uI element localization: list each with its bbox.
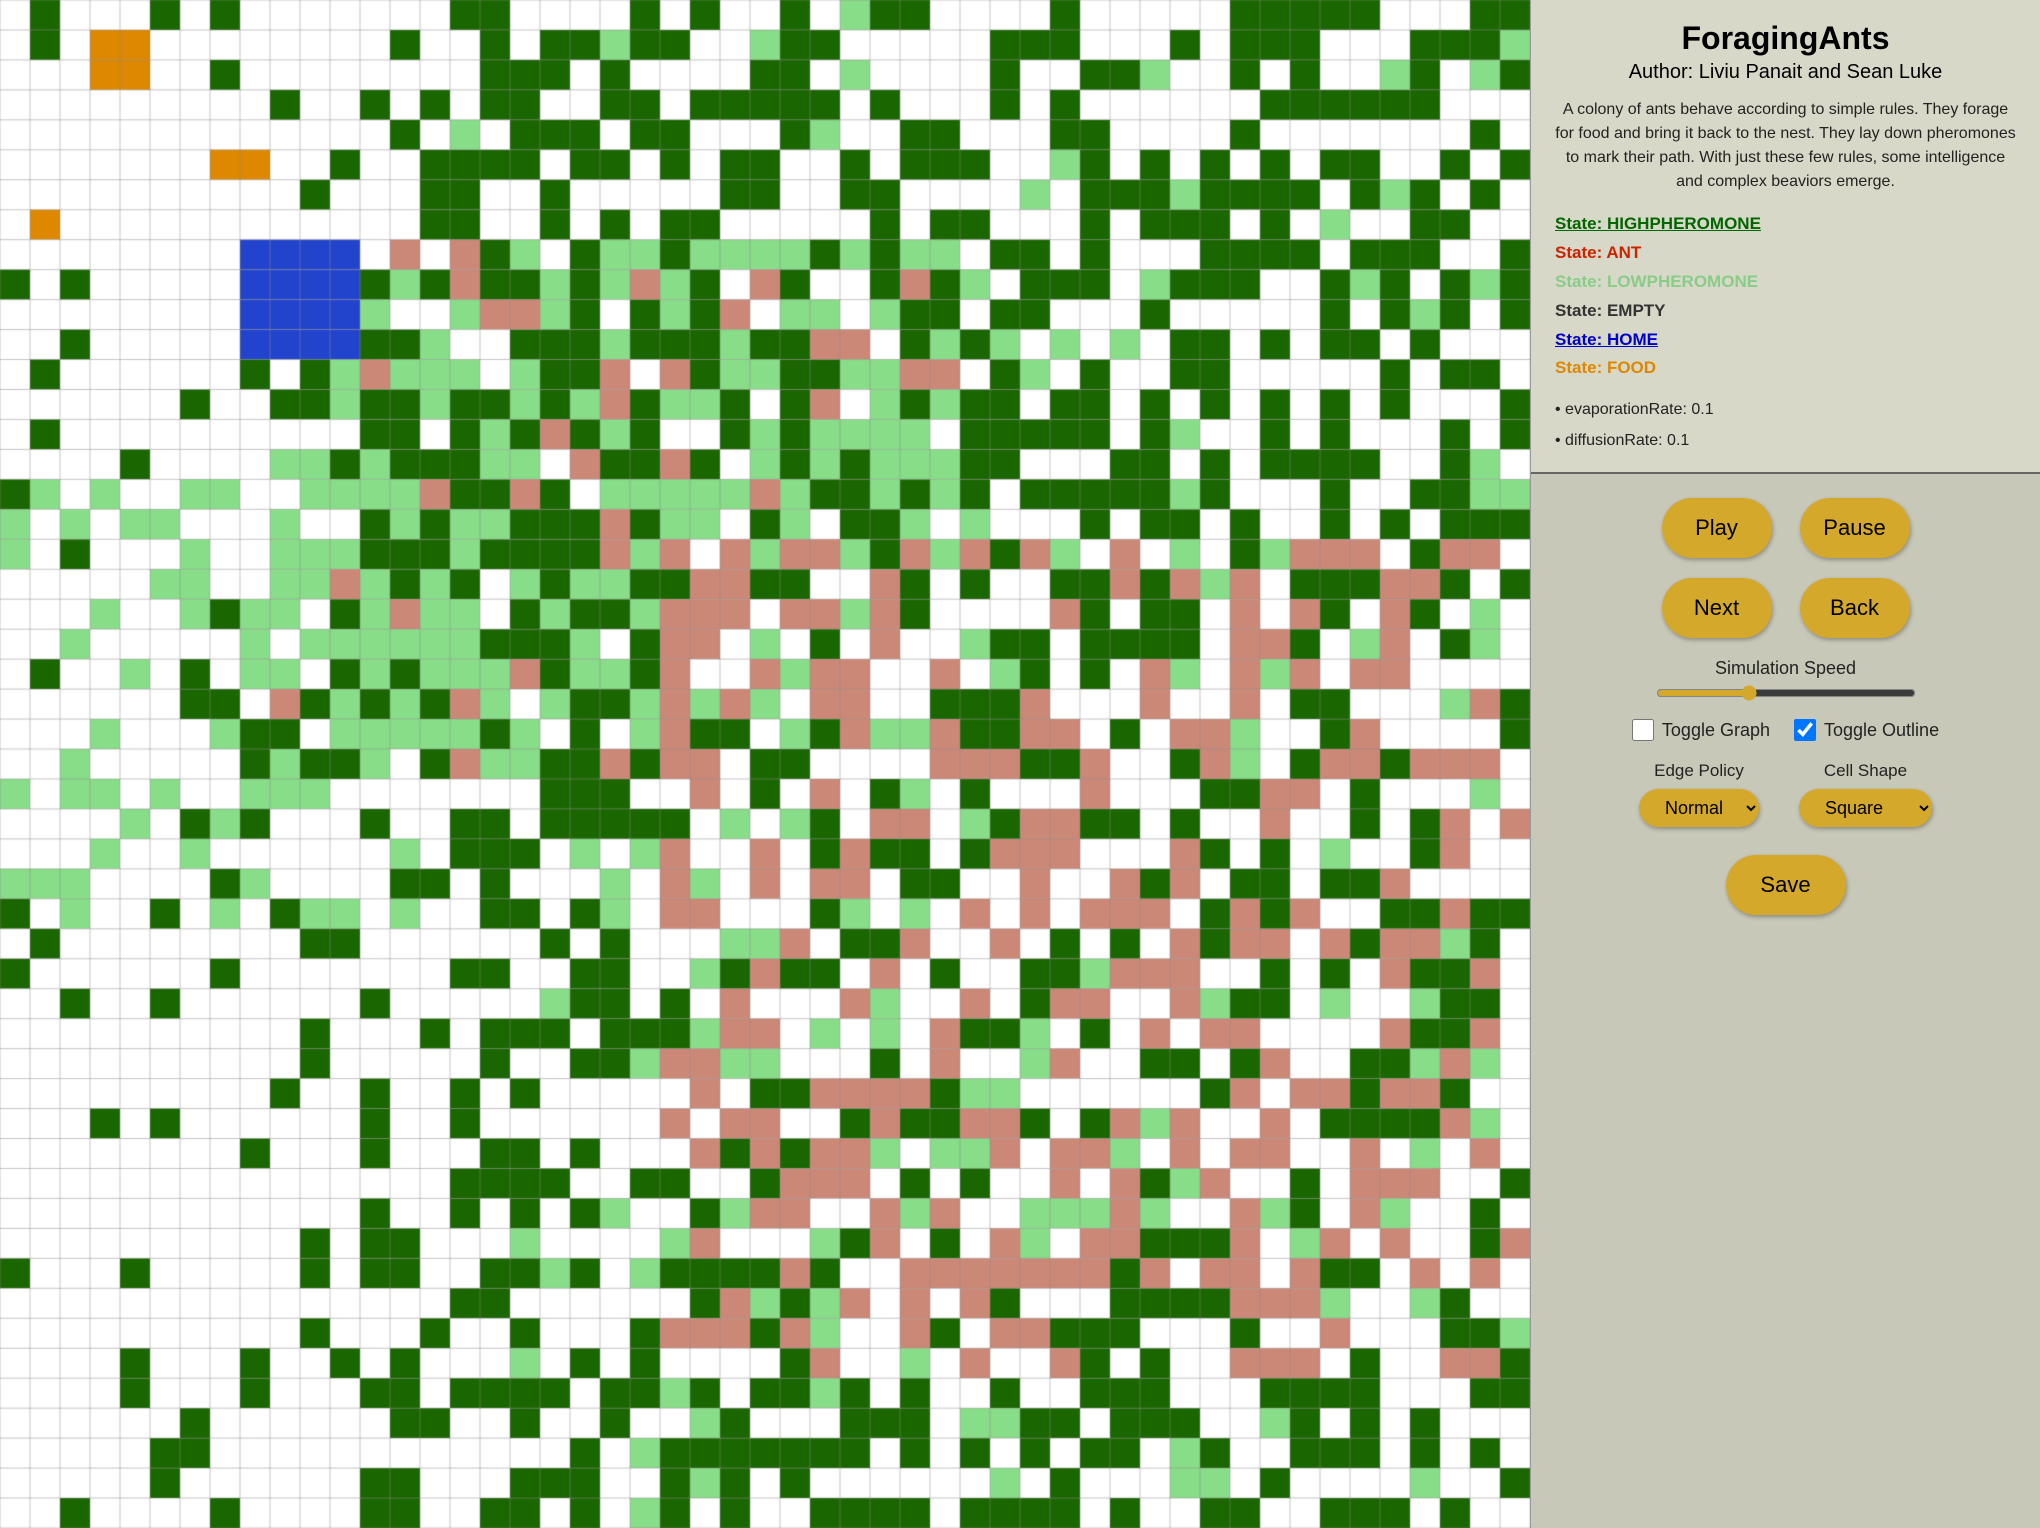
cell-shape-select[interactable]: SquareHexagon bbox=[1799, 789, 1932, 827]
next-button[interactable]: Next bbox=[1662, 578, 1772, 638]
toggle-graph-checkbox[interactable] bbox=[1632, 719, 1654, 741]
app-title: ForagingAnts bbox=[1555, 20, 2016, 57]
state-item: State: HIGHPHEROMONE bbox=[1555, 210, 2016, 239]
state-item: State: LOWPHEROMONE bbox=[1555, 268, 2016, 297]
toggle-graph-item: Toggle Graph bbox=[1632, 719, 1770, 741]
state-item: State: FOOD bbox=[1555, 354, 2016, 383]
toggle-graph-label: Toggle Graph bbox=[1662, 720, 1770, 741]
toggle-outline-item: Toggle Outline bbox=[1794, 719, 1939, 741]
speed-label: Simulation Speed bbox=[1715, 658, 1856, 679]
toggle-row: Toggle Graph Toggle Outline bbox=[1632, 719, 1939, 741]
toggle-outline-checkbox[interactable] bbox=[1794, 719, 1816, 741]
play-pause-row: Play Pause bbox=[1662, 498, 1910, 558]
info-section: ForagingAnts Author: Liviu Panait and Se… bbox=[1531, 0, 2040, 474]
save-button[interactable]: Save bbox=[1726, 855, 1846, 915]
save-wrap: Save bbox=[1726, 855, 1846, 915]
cell-shape-group: Cell Shape SquareHexagon bbox=[1799, 761, 1932, 827]
app-description: A colony of ants behave according to sim… bbox=[1555, 98, 2016, 194]
speed-slider[interactable] bbox=[1656, 685, 1916, 701]
toggle-outline-label: Toggle Outline bbox=[1824, 720, 1939, 741]
right-panel: ForagingAnts Author: Liviu Panait and Se… bbox=[1530, 0, 2040, 1528]
controls-section: Play Pause Next Back Simulation Speed To… bbox=[1531, 474, 2040, 1528]
edge-policy-select[interactable]: NormalWrapAbsorb bbox=[1639, 789, 1759, 827]
app-author: Author: Liviu Panait and Sean Luke bbox=[1555, 61, 2016, 84]
edge-policy-label: Edge Policy bbox=[1654, 761, 1744, 781]
play-button[interactable]: Play bbox=[1662, 498, 1772, 558]
state-item: State: EMPTY bbox=[1555, 297, 2016, 326]
pause-button[interactable]: Pause bbox=[1800, 498, 1910, 558]
next-back-row: Next Back bbox=[1662, 578, 1910, 638]
state-list: State: HIGHPHEROMONEState: ANTState: LOW… bbox=[1555, 210, 2016, 383]
state-item: State: ANT bbox=[1555, 239, 2016, 268]
cell-shape-label: Cell Shape bbox=[1824, 761, 1907, 781]
param-item: • evaporationRate: 0.1 bbox=[1555, 395, 2016, 425]
speed-section: Simulation Speed bbox=[1551, 658, 2020, 701]
grid-canvas[interactable] bbox=[0, 0, 1530, 1528]
params: • evaporationRate: 0.1• diffusionRate: 0… bbox=[1555, 395, 2016, 456]
policy-row: Edge Policy NormalWrapAbsorb Cell Shape … bbox=[1551, 761, 2020, 827]
simulation-area bbox=[0, 0, 1530, 1528]
back-button[interactable]: Back bbox=[1800, 578, 1910, 638]
param-item: • diffusionRate: 0.1 bbox=[1555, 426, 2016, 456]
edge-policy-group: Edge Policy NormalWrapAbsorb bbox=[1639, 761, 1759, 827]
state-item: State: HOME bbox=[1555, 326, 2016, 355]
